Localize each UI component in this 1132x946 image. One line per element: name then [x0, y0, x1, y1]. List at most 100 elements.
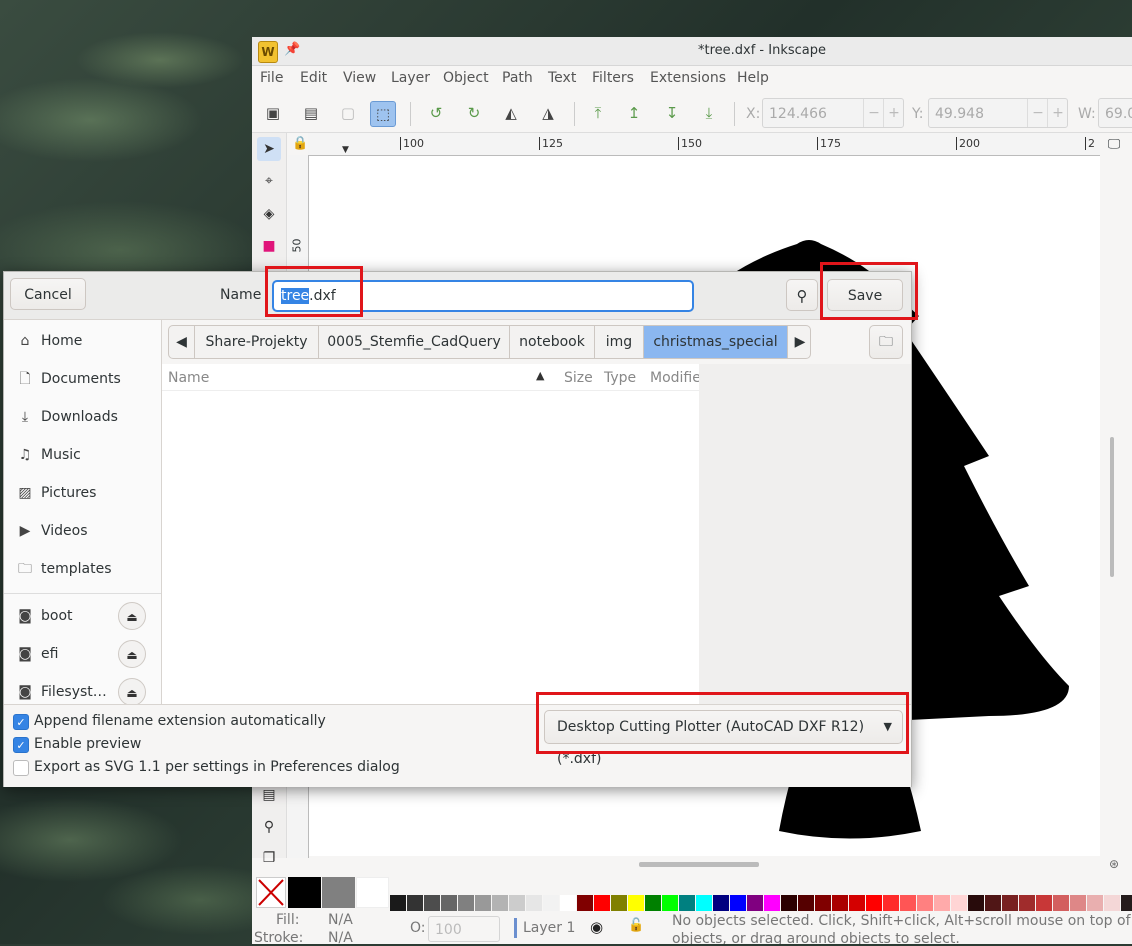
black-swatch[interactable] — [288, 877, 321, 908]
place-home[interactable]: ⌂ Home — [16, 330, 83, 352]
palette-swatch[interactable] — [764, 895, 780, 911]
shape-tools-icon[interactable]: ◈ — [257, 202, 281, 226]
palette-swatch[interactable] — [730, 895, 746, 911]
place-documents[interactable]: 🗋 Documents — [16, 368, 120, 390]
column-modified[interactable]: Modifie — [650, 370, 701, 386]
palette-swatch[interactable] — [679, 895, 695, 911]
palette-swatch[interactable] — [866, 895, 882, 911]
palette-swatch[interactable] — [815, 895, 831, 911]
select-all-layers-icon[interactable]: ▤ — [299, 101, 323, 125]
cancel-button[interactable]: Cancel — [10, 278, 86, 310]
palette-swatch[interactable] — [747, 895, 763, 911]
menu-edit[interactable]: Edit — [300, 70, 327, 86]
palette-swatch[interactable] — [1036, 895, 1052, 911]
palette-swatch[interactable] — [696, 895, 712, 911]
color-management-icon[interactable]: ⊛ — [1104, 857, 1124, 873]
palette-swatch[interactable] — [900, 895, 916, 911]
lower-icon[interactable]: ↧ — [660, 101, 684, 125]
place-pictures[interactable]: ▨ Pictures — [16, 482, 96, 504]
flip-horizontal-icon[interactable]: ◭ — [499, 101, 523, 125]
zoom-tool-icon[interactable]: ⚲ — [257, 815, 281, 839]
palette-swatch[interactable] — [475, 895, 491, 911]
sort-ascending-icon[interactable]: ▲ — [536, 369, 544, 382]
place-videos[interactable]: ▶ Videos — [16, 520, 88, 542]
path-segment-current[interactable]: christmas_special — [644, 326, 788, 358]
palette-swatch[interactable] — [849, 895, 865, 911]
rotate-cw-icon[interactable]: ↻ — [462, 101, 486, 125]
gray-swatch[interactable] — [322, 877, 355, 908]
menu-help[interactable]: Help — [737, 70, 769, 86]
palette-swatch[interactable] — [509, 895, 525, 911]
device-efi[interactable]: ◙ efi — [16, 643, 58, 665]
column-size[interactable]: Size — [564, 370, 593, 386]
path-segment[interactable]: 0005_Stemfie_CadQuery — [319, 326, 510, 358]
y-increment[interactable]: + — [1047, 99, 1068, 127]
palette-swatch[interactable] — [594, 895, 610, 911]
palette-swatch[interactable] — [917, 895, 933, 911]
palette-swatch[interactable] — [628, 895, 644, 911]
path-segment[interactable]: img — [595, 326, 644, 358]
eject-icon[interactable]: ⏏ — [118, 602, 146, 630]
new-folder-icon[interactable]: 🗀 — [869, 325, 903, 359]
palette-swatch[interactable] — [577, 895, 593, 911]
menu-filters[interactable]: Filters — [592, 70, 634, 86]
append-extension-checkbox[interactable]: ✓ — [13, 714, 29, 730]
export-svg11-label[interactable]: Export as SVG 1.1 per settings in Prefer… — [34, 759, 400, 775]
y-decrement[interactable]: − — [1027, 99, 1048, 127]
pages-tool-icon[interactable]: ❐ — [257, 846, 281, 870]
device-boot[interactable]: ◙ boot — [16, 605, 72, 627]
display-icon[interactable]: 🖵 — [1104, 137, 1124, 153]
x-decrement[interactable]: − — [863, 99, 884, 127]
place-music[interactable]: ♫ Music — [16, 444, 81, 466]
rotate-ccw-icon[interactable]: ↺ — [424, 101, 448, 125]
palette-swatch[interactable] — [798, 895, 814, 911]
palette-swatch[interactable] — [543, 895, 559, 911]
palette-swatch[interactable] — [526, 895, 542, 911]
enable-preview-checkbox[interactable]: ✓ — [13, 737, 29, 753]
y-field[interactable]: 49.948 − + — [928, 98, 1068, 128]
flip-vertical-icon[interactable]: ◮ — [536, 101, 560, 125]
palette-swatch[interactable] — [645, 895, 661, 911]
palette-swatch[interactable] — [1053, 895, 1069, 911]
eject-icon[interactable]: ⏏ — [118, 640, 146, 668]
palette-swatch[interactable] — [1121, 895, 1132, 911]
raise-to-top-icon[interactable]: ⤒ — [586, 101, 610, 125]
menu-extensions[interactable]: Extensions — [650, 70, 726, 86]
layer-lock-icon[interactable]: 🔓 — [628, 918, 644, 933]
enable-preview-label[interactable]: Enable preview — [34, 736, 141, 752]
palette-swatch[interactable] — [492, 895, 508, 911]
x-increment[interactable]: + — [883, 99, 904, 127]
palette-swatch[interactable] — [662, 895, 678, 911]
palette-swatch[interactable] — [951, 895, 967, 911]
export-svg11-checkbox[interactable] — [13, 760, 29, 776]
place-downloads[interactable]: ⤓ Downloads — [16, 406, 118, 428]
search-icon[interactable]: ⚲ — [786, 279, 818, 311]
palette-swatch[interactable] — [1070, 895, 1086, 911]
file-list[interactable]: Name ▲ Size Type Modifie — [162, 364, 701, 704]
palette-swatch[interactable] — [407, 895, 423, 911]
palette-swatch[interactable] — [985, 895, 1001, 911]
no-paint-swatch[interactable] — [256, 877, 286, 908]
palette-swatch[interactable] — [1002, 895, 1018, 911]
palette-swatch[interactable] — [560, 895, 576, 911]
w-field[interactable]: 69.0 — [1098, 98, 1132, 128]
palette-swatch[interactable] — [424, 895, 440, 911]
menu-object[interactable]: Object — [443, 70, 489, 86]
column-type[interactable]: Type — [604, 370, 636, 386]
path-segment[interactable]: notebook — [510, 326, 595, 358]
opacity-field[interactable]: 100 — [428, 916, 500, 942]
current-layer[interactable]: Layer 1 — [523, 920, 575, 936]
palette-swatch[interactable] — [1104, 895, 1120, 911]
path-scroll-right-icon[interactable]: ▶ — [788, 326, 810, 358]
title-bar[interactable]: W 📌 *tree.dxf - Inkscape — [252, 37, 1132, 66]
palette-swatch[interactable] — [1087, 895, 1103, 911]
vertical-scrollbar-thumb[interactable] — [1110, 437, 1114, 577]
palette-swatch[interactable] — [934, 895, 950, 911]
palette-swatch[interactable] — [832, 895, 848, 911]
menu-path[interactable]: Path — [502, 70, 533, 86]
menu-view[interactable]: View — [343, 70, 376, 86]
white-swatch[interactable] — [356, 877, 389, 908]
selector-tool-icon[interactable]: ➤ — [257, 137, 281, 161]
raise-icon[interactable]: ↥ — [622, 101, 646, 125]
visibility-eye-icon[interactable]: ◉ — [590, 918, 603, 936]
